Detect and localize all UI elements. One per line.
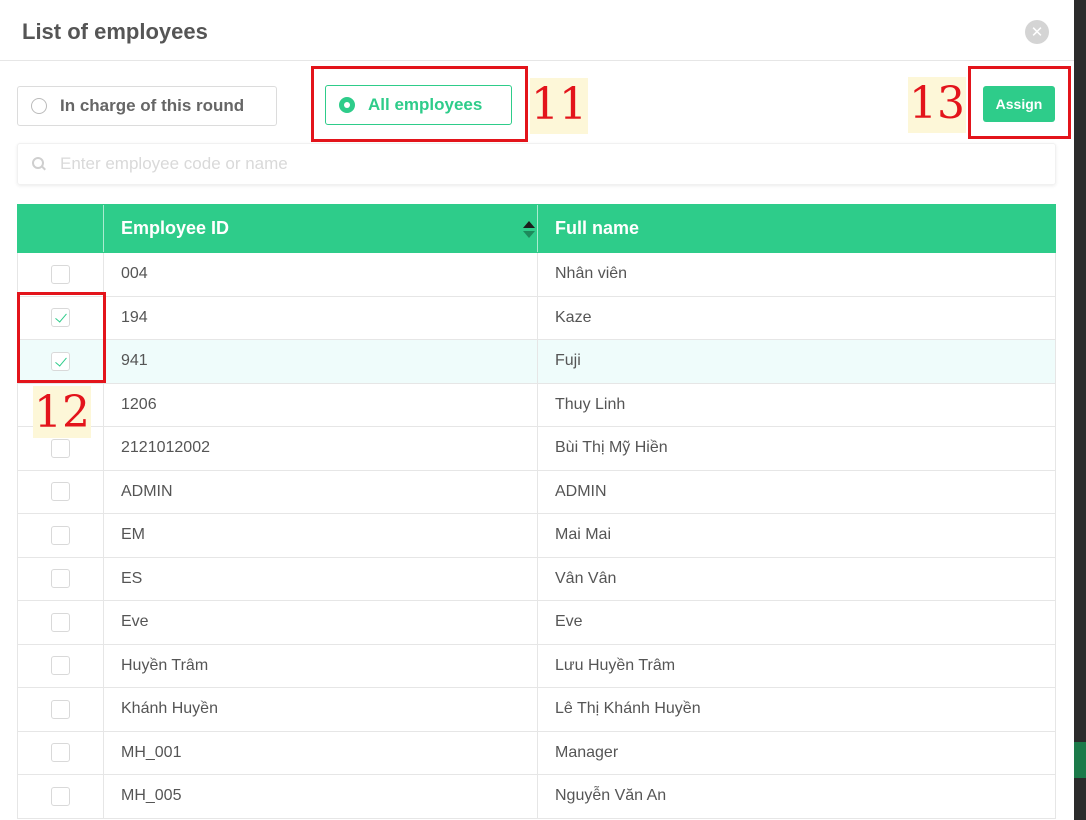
row-select-cell (18, 644, 104, 687)
full-name-cell: Mai Mai (555, 526, 612, 544)
full-name-cell: Nguyễn Văn An (555, 787, 667, 805)
employee-id-cell: MH_005 (104, 775, 538, 818)
annotation-label-11: 11 (530, 78, 588, 134)
checkbox[interactable] (51, 525, 70, 545)
table-row[interactable]: 941 Fuji (17, 340, 1056, 384)
employee-id-cell: 194 (104, 296, 538, 339)
employee-id-cell: ES (104, 557, 538, 600)
sort-icon[interactable] (523, 221, 535, 239)
radio-unchecked-icon[interactable] (31, 98, 47, 114)
modal-header: List of employees ✕ (0, 0, 1074, 61)
employee-id-cell: MH_001 (104, 731, 538, 774)
full-name-cell: Vân Vân (555, 569, 617, 587)
employee-id-cell: Khánh Huyền (104, 688, 538, 731)
full-name-cell: Lưu Huyền Trâm (555, 656, 676, 674)
close-icon[interactable]: ✕ (1025, 20, 1049, 44)
checkbox[interactable] (51, 569, 70, 589)
modal-title: List of employees (22, 19, 208, 44)
table-row[interactable]: 1206 Thuy Linh (17, 383, 1056, 427)
checkbox[interactable] (51, 264, 70, 284)
column-header-full-name-label: Full name (555, 218, 640, 238)
employee-id-cell: Huyền Trâm (104, 644, 538, 687)
annotation-label-13: 13 (908, 77, 966, 133)
filter-in-charge-label: In charge of this round (60, 96, 245, 115)
checkbox[interactable] (51, 656, 70, 676)
table-row[interactable]: 004 Nhân viên (17, 253, 1056, 297)
full-name-cell: ADMIN (555, 482, 607, 500)
annotation-label-12: 12 (33, 386, 91, 438)
annotation-box-13 (968, 66, 1071, 139)
table-header: Employee ID Full name (17, 204, 1056, 253)
annotation-box-11 (311, 66, 528, 142)
row-select-cell (18, 557, 104, 600)
table-row[interactable]: ADMIN ADMIN (17, 470, 1056, 514)
full-name-cell: Eve (555, 613, 583, 631)
annotation-box-12 (17, 292, 106, 383)
search-input[interactable] (60, 154, 960, 174)
search-bar (17, 143, 1056, 185)
full-name-cell: Kaze (555, 308, 592, 326)
table-row[interactable]: ES Vân Vân (17, 557, 1056, 601)
table-body: 004 Nhân viên 194 Kaze 941 Fuji 1206 Thuy Linh 2… (17, 253, 1056, 819)
table-row[interactable]: Khánh Huyền Lê Thị Khánh Huyền (17, 688, 1056, 732)
checkbox[interactable] (51, 786, 70, 806)
checkbox[interactable] (51, 699, 70, 719)
full-name-cell: Thuy Linh (555, 395, 626, 413)
table-row[interactable]: EM Mai Mai (17, 514, 1056, 558)
row-select-cell (18, 601, 104, 644)
employee-id-cell: 1206 (104, 383, 538, 426)
employee-id-cell: 004 (104, 253, 538, 296)
checkbox[interactable] (51, 743, 70, 763)
employee-list-modal: List of employees ✕ In charge of this ro… (0, 0, 1074, 820)
row-select-cell (18, 688, 104, 731)
checkbox[interactable] (51, 482, 70, 502)
header-select-cell (18, 205, 104, 252)
checkbox[interactable] (51, 612, 70, 632)
employee-id-cell: 2121012002 (104, 427, 538, 470)
full-name-cell: Lê Thị Khánh Huyền (555, 700, 701, 718)
backdrop-accent (1074, 742, 1086, 778)
column-header-employee-id[interactable]: Employee ID (104, 205, 538, 252)
table-row[interactable]: MH_001 Manager (17, 731, 1056, 775)
table-row[interactable]: MH_005 Nguyễn Văn An (17, 775, 1056, 819)
search-icon (32, 157, 46, 171)
column-header-full-name: Full name (538, 205, 1055, 252)
table-row[interactable]: Eve Eve (17, 601, 1056, 645)
table-row[interactable]: 2121012002 Bùi Thị Mỹ Hiền (17, 427, 1056, 471)
table-row[interactable]: 194 Kaze (17, 296, 1056, 340)
row-select-cell (18, 253, 104, 296)
employee-table: Employee ID Full name 004 Nhân viên 194 Kaz… (17, 204, 1056, 819)
employee-id-cell: 941 (104, 340, 538, 383)
page-backdrop (1074, 0, 1086, 820)
full-name-cell: Bùi Thị Mỹ Hiền (555, 439, 668, 457)
employee-id-cell: Eve (104, 601, 538, 644)
full-name-cell: Nhân viên (555, 265, 628, 283)
employee-id-cell: EM (104, 514, 538, 557)
full-name-cell: Manager (555, 743, 619, 761)
row-select-cell (18, 514, 104, 557)
employee-id-cell: ADMIN (104, 470, 538, 513)
row-select-cell (18, 775, 104, 818)
checkbox[interactable] (51, 438, 70, 458)
table-row[interactable]: Huyền Trâm Lưu Huyền Trâm (17, 644, 1056, 688)
column-header-employee-id-label: Employee ID (121, 218, 230, 238)
row-select-cell (18, 731, 104, 774)
full-name-cell: Fuji (555, 352, 581, 370)
filter-in-charge-option[interactable]: In charge of this round (17, 86, 277, 126)
row-select-cell (18, 470, 104, 513)
